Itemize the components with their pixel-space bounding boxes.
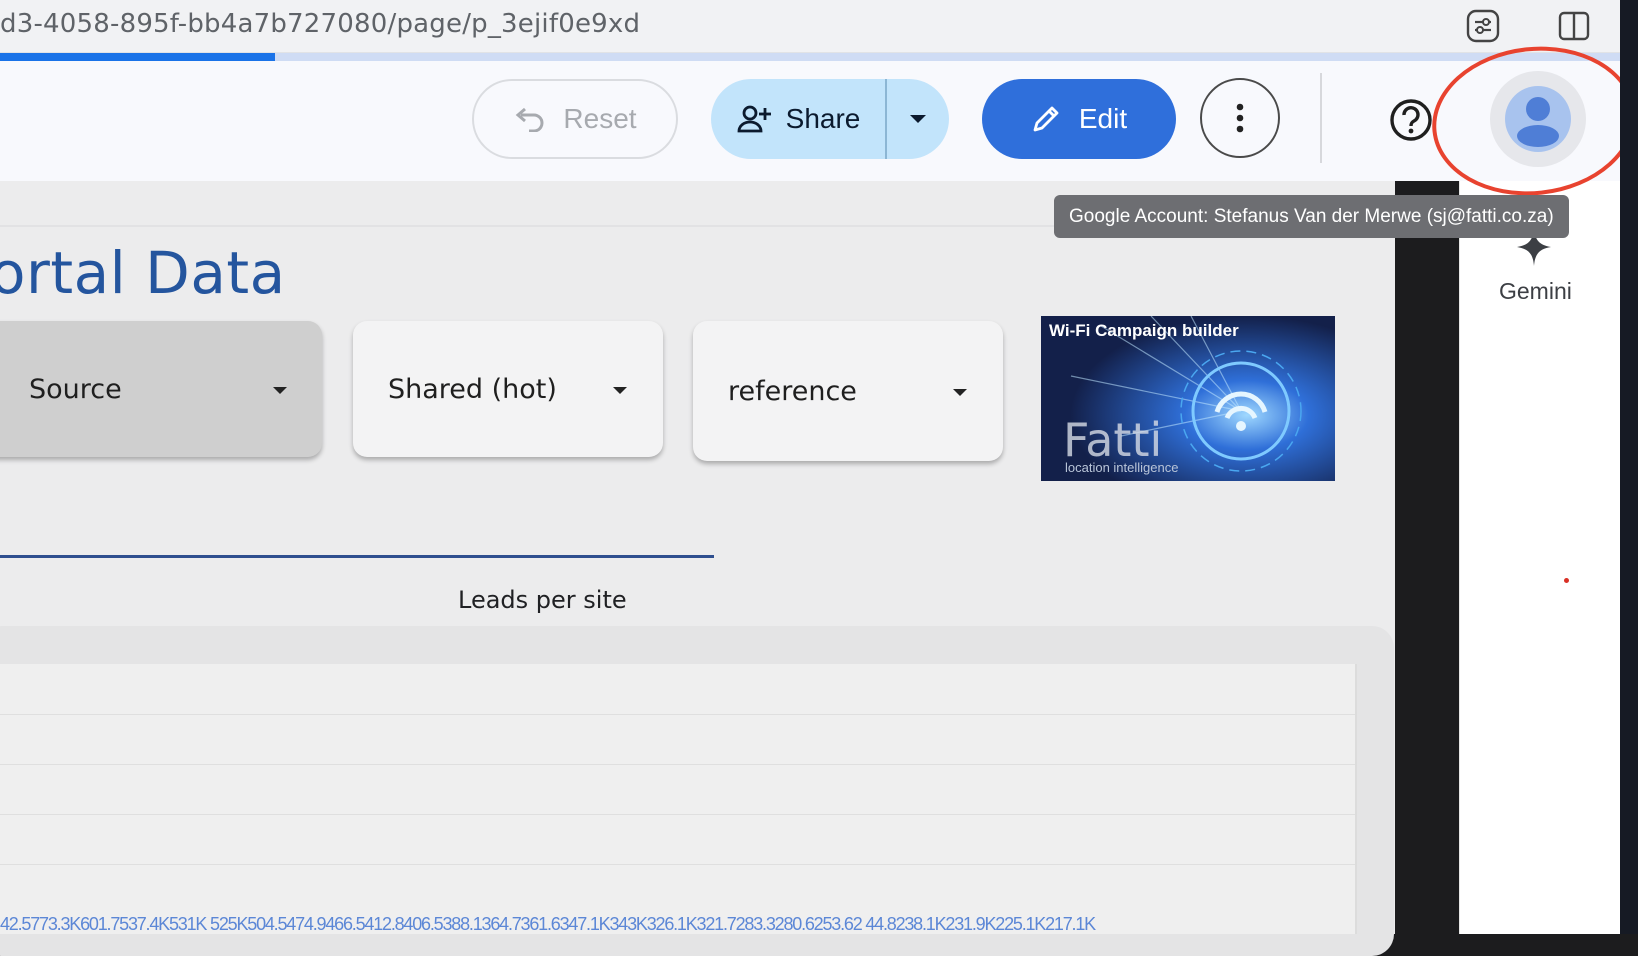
fatti-logo: Fatti <box>1063 413 1162 467</box>
share-dropdown-button[interactable] <box>885 79 949 159</box>
gridline <box>0 714 1355 715</box>
gridline <box>0 814 1355 815</box>
gemini-label[interactable]: Gemini <box>1499 278 1572 305</box>
undo-icon <box>516 107 544 132</box>
edit-button[interactable]: Edit <box>982 79 1176 159</box>
filter-reference[interactable]: reference <box>693 321 1003 461</box>
report-canvas: ortal Data Source Shared (hot) reference <box>0 181 1395 956</box>
reset-button[interactable]: Reset <box>472 79 678 159</box>
report-toolbar: Reset Share Edit <box>0 61 1620 181</box>
toolbar-divider <box>1320 73 1322 163</box>
indicator-dot <box>1564 578 1569 583</box>
chart-title: Leads per site <box>458 586 627 614</box>
more-options-button[interactable] <box>1200 78 1280 158</box>
report-title: ortal Data <box>0 239 286 307</box>
desktop-edge <box>1620 0 1638 934</box>
add-person-icon <box>737 105 771 133</box>
logo-tagline: location intelligence <box>1065 460 1178 475</box>
filter-source[interactable]: Source <box>0 321 322 457</box>
help-icon <box>1390 99 1432 141</box>
section-divider <box>0 555 714 558</box>
page-load-progress <box>0 53 1620 61</box>
campaign-banner-image: Wi-Fi Campaign builder Fatti location in… <box>1041 316 1335 481</box>
caret-down-icon <box>273 387 287 394</box>
pencil-icon <box>1033 106 1059 132</box>
split-view-icon[interactable] <box>1554 6 1594 46</box>
filter-label: Shared (hot) <box>388 373 557 405</box>
caret-down-icon <box>910 115 926 123</box>
url-text[interactable]: d3-4058-895f-bb4a7b727080/page/p_3ejif0e… <box>0 9 640 39</box>
reset-label: Reset <box>563 103 637 134</box>
filter-label: Source <box>29 373 122 405</box>
page-load-progress-fill <box>0 53 276 61</box>
filter-shared[interactable]: Shared (hot) <box>353 321 663 457</box>
share-label: Share <box>785 103 861 134</box>
help-button[interactable] <box>1388 97 1434 143</box>
chart-plot-area[interactable] <box>0 664 1357 934</box>
more-vert-icon <box>1236 103 1244 133</box>
gridline <box>0 864 1355 865</box>
x-axis-tick-labels: 42.5773.3K601.7537.4K531K 525K504.5474.9… <box>0 914 1096 934</box>
caret-down-icon <box>613 387 627 394</box>
caret-down-icon <box>953 389 967 396</box>
account-tooltip: Google Account: Stefanus Van der Merwe (… <box>1054 195 1569 238</box>
page-settings-icon[interactable] <box>1463 6 1503 46</box>
share-button[interactable]: Share <box>711 79 885 159</box>
filter-label: reference <box>728 375 857 407</box>
edit-label: Edit <box>1078 103 1128 134</box>
address-bar[interactable]: d3-4058-895f-bb4a7b727080/page/p_3ejif0e… <box>0 0 1620 53</box>
campaign-heading: Wi-Fi Campaign builder <box>1049 321 1239 340</box>
gridline <box>0 764 1355 765</box>
